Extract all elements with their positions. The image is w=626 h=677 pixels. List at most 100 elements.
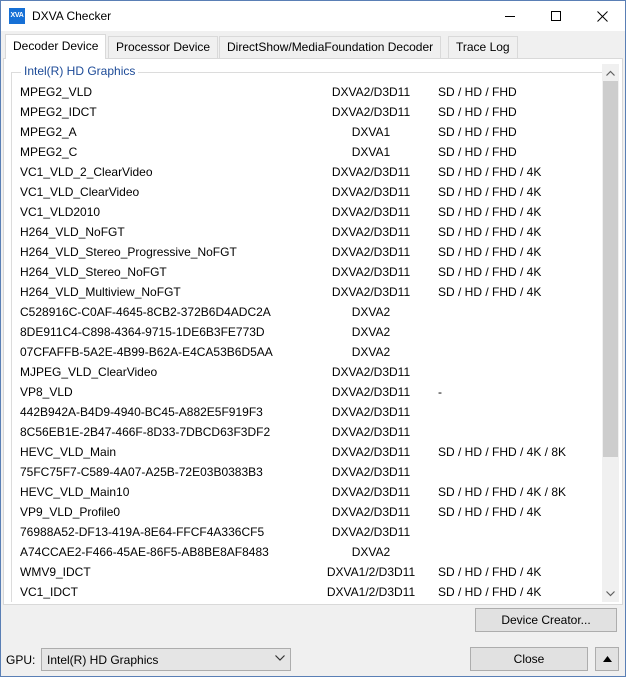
close-window-button[interactable] xyxy=(579,1,625,31)
decoder-resolutions: SD / HD / FHD xyxy=(438,145,517,159)
app-icon: XVA xyxy=(9,8,25,24)
maximize-button[interactable] xyxy=(533,1,579,31)
decoder-name: 442B942A-B4D9-4940-BC45-A882E5F919F3 xyxy=(20,405,263,419)
decoder-name: VC1_VLD_ClearVideo xyxy=(20,185,140,199)
decoder-api: DXVA1 xyxy=(351,145,391,159)
gpu-selected-value: Intel(R) HD Graphics xyxy=(47,653,159,667)
decoder-resolutions: SD / HD / FHD xyxy=(438,105,517,119)
tab-decoder-device[interactable]: Decoder Device xyxy=(5,34,107,59)
chevron-down-icon xyxy=(606,590,615,596)
decoder-row[interactable]: A74CCAE2-F466-45AE-86F5-AB8BE8AF8483 DXVA… xyxy=(11,542,601,562)
decoder-name: VC1_VLD2010 xyxy=(20,205,101,219)
decoder-name: MPEG2_A xyxy=(20,125,77,139)
decoder-row[interactable]: MPEG2_C DXVA1 SD / HD / FHD xyxy=(11,142,601,162)
tab-trace-log[interactable]: Trace Log xyxy=(448,36,518,58)
decoder-name: VP9_VLD_Profile0 xyxy=(20,505,121,519)
decoder-name: H264_VLD_NoFGT xyxy=(20,225,125,239)
decoder-api: DXVA1/2/D3D11 xyxy=(326,585,416,599)
decoder-api: DXVA2 xyxy=(351,325,391,339)
decoder-resolutions: SD / HD / FHD / 4K xyxy=(438,265,542,279)
decoder-api: DXVA2/D3D11 xyxy=(331,505,411,519)
minimize-icon xyxy=(505,15,515,17)
decoder-row[interactable]: HEVC_VLD_Main DXVA2/D3D11 SD / HD / FHD / … xyxy=(11,442,601,462)
window-title: DXVA Checker xyxy=(32,9,112,23)
decoder-row[interactable]: MPEG2_IDCT DXVA2/D3D11 SD / HD / FHD xyxy=(11,102,601,122)
decoder-row[interactable]: 442B942A-B4D9-4940-BC45-A882E5F919F3 DXVA… xyxy=(11,402,601,422)
decoder-name: 76988A52-DF13-419A-8E64-FFCF4A336CF5 xyxy=(20,525,265,539)
decoder-name: 8DE911C4-C898-4364-9715-1DE6B3FE773D xyxy=(20,325,265,339)
decoder-resolutions: SD / HD / FHD / 4K / 8K xyxy=(438,445,567,459)
triangle-up-icon xyxy=(602,656,612,662)
decoder-row[interactable]: MJPEG_VLD_ClearVideo DXVA2/D3D11 xyxy=(11,362,601,382)
decoder-row[interactable]: 76988A52-DF13-419A-8E64-FFCF4A336CF5 DXVA… xyxy=(11,522,601,542)
decoder-api: DXVA2 xyxy=(351,545,391,559)
decoder-name: VC1_IDCT xyxy=(20,585,79,599)
decoder-name: 07CFAFFB-5A2E-4B99-B62A-E4CA53B6D5AA xyxy=(20,345,273,359)
decoder-api: DXVA2 xyxy=(351,345,391,359)
decoder-row[interactable]: VC1_VLD_2_ClearVideo DXVA2/D3D11 SD / HD /… xyxy=(11,162,601,182)
app-window: XVA DXVA Checker Decoder Device Processo… xyxy=(0,0,626,677)
decoder-row[interactable]: H264_VLD_Stereo_NoFGT DXVA2/D3D11 SD / HD … xyxy=(11,262,601,282)
decoder-row[interactable]: H264_VLD_Stereo_Progressive_NoFGT DXVA2/D… xyxy=(11,242,601,262)
decoder-row[interactable]: MPEG2_VLD DXVA2/D3D11 SD / HD / FHD xyxy=(11,82,601,102)
decoder-row[interactable]: VC1_VLD_ClearVideo DXVA2/D3D11 SD / HD / F… xyxy=(11,182,601,202)
decoder-api: DXVA1 xyxy=(351,125,391,139)
decoder-row[interactable]: C528916C-C0AF-4645-8CB2-372B6D4ADC2A DXVA… xyxy=(11,302,601,322)
decoder-name: 8C56EB1E-2B47-466F-8D33-7DBCD63F3DF2 xyxy=(20,425,271,439)
decoder-name: VC1_VLD_2_ClearVideo xyxy=(20,165,153,179)
decoder-row[interactable]: VP8_VLD DXVA2/D3D11 - xyxy=(11,382,601,402)
scroll-down-button[interactable] xyxy=(602,585,619,602)
decoder-row[interactable]: VP9_VLD_Profile0 DXVA2/D3D11 SD / HD / FHD… xyxy=(11,502,601,522)
decoder-row[interactable]: VC1_IDCT DXVA1/2/D3D11 SD / HD / FHD / 4K xyxy=(11,582,601,602)
decoder-api: DXVA2 xyxy=(351,305,391,319)
decoder-row[interactable]: H264_VLD_Multiview_NoFGT DXVA2/D3D11 SD / … xyxy=(11,282,601,302)
gpu-select[interactable]: Intel(R) HD Graphics xyxy=(41,648,291,671)
decoder-row[interactable]: 8C56EB1E-2B47-466F-8D33-7DBCD63F3DF2 DXVA… xyxy=(11,422,601,442)
gpu-label: GPU: xyxy=(6,653,36,667)
decoder-name: MPEG2_IDCT xyxy=(20,105,97,119)
decoder-resolutions: SD / HD / FHD / 4K xyxy=(438,245,542,259)
decoder-name: A74CCAE2-F466-45AE-86F5-AB8BE8AF8483 xyxy=(20,545,269,559)
device-creator-button[interactable]: Device Creator... xyxy=(475,608,617,632)
decoder-api: DXVA2/D3D11 xyxy=(331,165,411,179)
decoder-api: DXVA2/D3D11 xyxy=(331,185,411,199)
close-icon xyxy=(596,10,608,22)
decoder-api: DXVA2/D3D11 xyxy=(331,205,411,219)
decoder-api: DXVA2/D3D11 xyxy=(331,265,411,279)
decoder-api: DXVA2/D3D11 xyxy=(331,425,411,439)
decoder-resolutions: SD / HD / FHD / 4K / 8K xyxy=(438,485,567,499)
title-bar[interactable]: XVA DXVA Checker xyxy=(1,1,625,31)
decoder-name: MJPEG_VLD_ClearVideo xyxy=(20,365,158,379)
decoder-resolutions: SD / HD / FHD / 4K xyxy=(438,505,542,519)
vertical-scrollbar[interactable] xyxy=(602,64,619,602)
close-button[interactable]: Close xyxy=(470,647,588,671)
decoder-api: DXVA2/D3D11 xyxy=(331,465,411,479)
maximize-icon xyxy=(551,11,561,21)
decoder-api: DXVA2/D3D11 xyxy=(331,365,411,379)
decoder-row[interactable]: 07CFAFFB-5A2E-4B99-B62A-E4CA53B6D5AA DXVA… xyxy=(11,342,601,362)
decoder-api: DXVA2/D3D11 xyxy=(331,85,411,99)
decoder-api: DXVA2/D3D11 xyxy=(331,225,411,239)
decoder-resolutions: SD / HD / FHD / 4K xyxy=(438,165,542,179)
decoder-row[interactable]: VC1_VLD2010 DXVA2/D3D11 SD / HD / FHD / 4K xyxy=(11,202,601,222)
expand-button[interactable] xyxy=(595,647,619,671)
decoder-row[interactable]: MPEG2_A DXVA1 SD / HD / FHD xyxy=(11,122,601,142)
decoder-row[interactable]: H264_VLD_NoFGT DXVA2/D3D11 SD / HD / FHD /… xyxy=(11,222,601,242)
decoder-api: DXVA1/2/D3D11 xyxy=(326,565,416,579)
scrollbar-thumb[interactable] xyxy=(603,81,618,457)
decoder-row[interactable]: HEVC_VLD_Main10 DXVA2/D3D11 SD / HD / FHD … xyxy=(11,482,601,502)
tab-directshow-mediafoundation-decoder[interactable]: DirectShow/MediaFoundation Decoder xyxy=(219,36,442,58)
tab-processor-device[interactable]: Processor Device xyxy=(108,36,219,58)
decoder-resolutions: SD / HD / FHD / 4K xyxy=(438,565,542,579)
decoder-row[interactable]: WMV9_IDCT DXVA1/2/D3D11 SD / HD / FHD / 4K xyxy=(11,562,601,582)
decoder-list[interactable]: MPEG2_VLD DXVA2/D3D11 SD / HD / FHD MPEG2_I… xyxy=(11,82,601,602)
decoder-row[interactable]: 8DE911C4-C898-4364-9715-1DE6B3FE773D DXVA… xyxy=(11,322,601,342)
minimize-button[interactable] xyxy=(487,1,533,31)
decoder-api: DXVA2/D3D11 xyxy=(331,525,411,539)
decoder-row[interactable]: 75FC75F7-C589-4A07-A25B-72E03B0383B3 DXVA… xyxy=(11,462,601,482)
decoder-api: DXVA2/D3D11 xyxy=(331,105,411,119)
scroll-up-button[interactable] xyxy=(602,64,619,81)
groupbox-title: Intel(R) HD Graphics xyxy=(21,64,139,78)
decoder-api: DXVA2/D3D11 xyxy=(331,445,411,459)
decoder-name: HEVC_VLD_Main10 xyxy=(20,485,130,499)
